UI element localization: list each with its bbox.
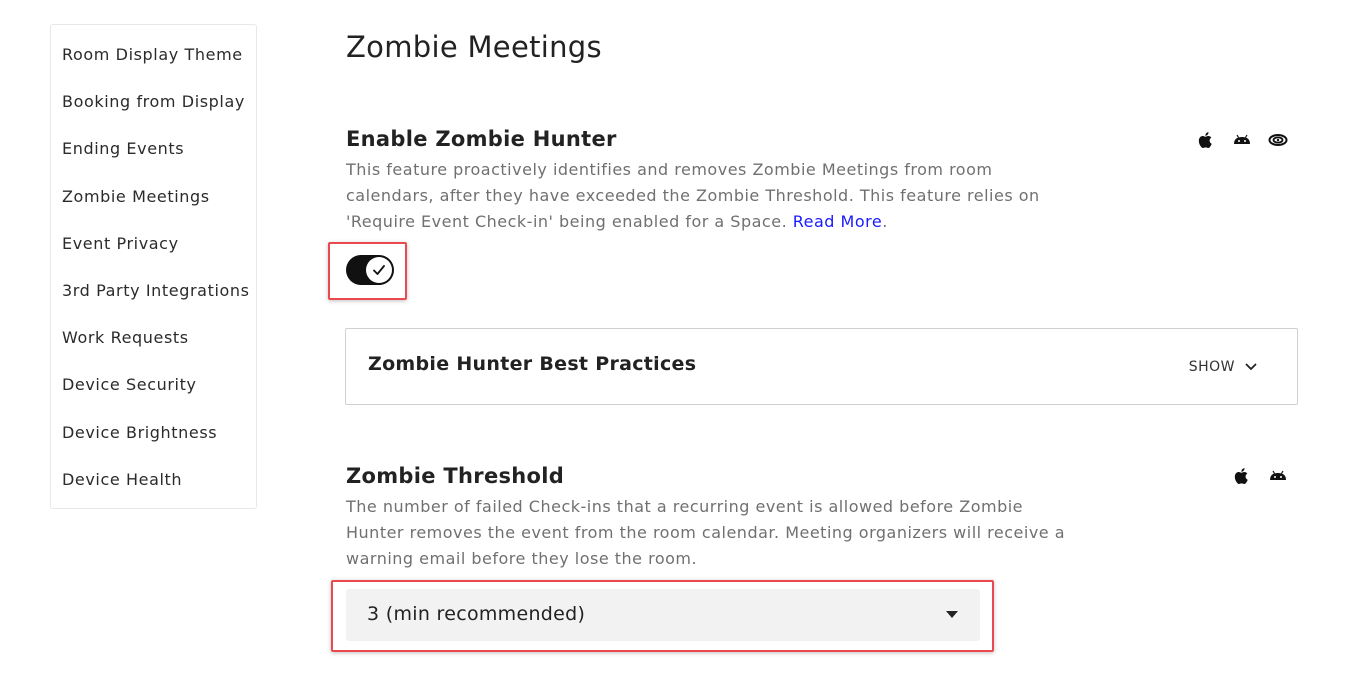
sidebar-item-ending-events[interactable]: Ending Events (51, 125, 256, 172)
apple-icon (1198, 132, 1212, 148)
sidebar-item-work-requests[interactable]: Work Requests (51, 314, 256, 361)
enable-zombie-hunter-description: This feature proactively identifies and … (346, 157, 1086, 235)
sidebar-item-room-display-theme[interactable]: Room Display Theme (51, 31, 256, 78)
enable-zombie-hunter-toggle[interactable] (346, 255, 394, 285)
zombie-threshold-platforms (1232, 466, 1288, 486)
best-practices-show-toggle[interactable]: SHOW (1189, 359, 1257, 375)
toggle-knob (366, 257, 392, 283)
zombie-threshold-title: Zombie Threshold (346, 464, 565, 488)
android-icon (1270, 470, 1286, 480)
sidebar-item-device-security[interactable]: Device Security (51, 361, 256, 408)
sidebar-item-event-privacy[interactable]: Event Privacy (51, 220, 256, 267)
read-more-link[interactable]: Read More (793, 212, 882, 231)
best-practices-accordion[interactable]: Zombie Hunter Best Practices SHOW (345, 328, 1298, 405)
chevron-down-icon (1245, 363, 1257, 370)
enable-zombie-hunter-description-text: This feature proactively identifies and … (346, 160, 1040, 231)
sidebar-item-zombie-meetings[interactable]: Zombie Meetings (51, 173, 256, 220)
sidebar-item-3rd-party-integrations[interactable]: 3rd Party Integrations (51, 267, 256, 314)
enable-zombie-hunter-platforms (1196, 130, 1288, 150)
settings-sidebar: Room Display Theme Booking from Display … (50, 24, 257, 509)
caret-down-icon (946, 611, 958, 618)
show-label: SHOW (1188, 359, 1235, 375)
apple-icon (1234, 468, 1248, 484)
zombie-threshold-selected-value: 3 (min recommended) (367, 603, 586, 625)
enable-zombie-hunter-title: Enable Zombie Hunter (346, 127, 617, 151)
sidebar-item-device-brightness[interactable]: Device Brightness (51, 409, 256, 456)
zombie-threshold-description: The number of failed Check-ins that a re… (346, 497, 1066, 568)
android-icon (1234, 134, 1250, 144)
description-period: . (882, 212, 888, 231)
sidebar-item-device-health[interactable]: Device Health (51, 456, 256, 503)
zombie-threshold-select[interactable]: 3 (min recommended) (346, 589, 980, 641)
best-practices-title: Zombie Hunter Best Practices (368, 353, 697, 375)
galaxy-icon (1268, 134, 1288, 146)
sidebar-item-booking-from-display[interactable]: Booking from Display (51, 78, 256, 125)
checkmark-icon (373, 265, 385, 275)
page-title: Zombie Meetings (346, 30, 602, 64)
